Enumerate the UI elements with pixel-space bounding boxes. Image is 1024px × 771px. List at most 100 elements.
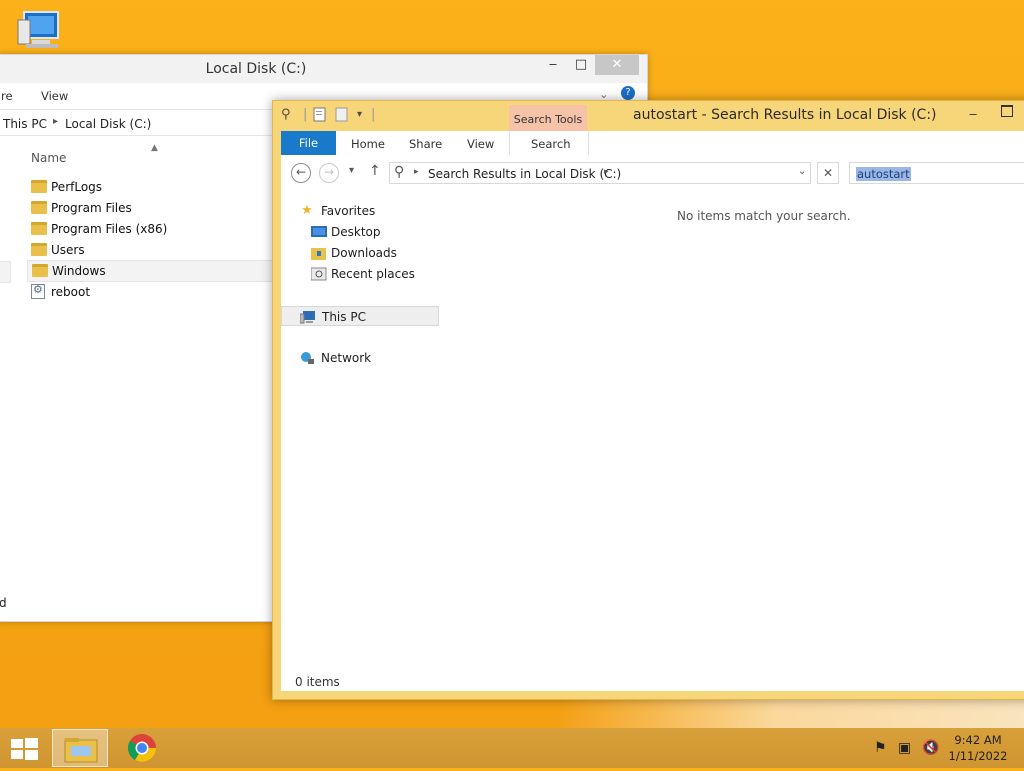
address-bar[interactable]: ⚲ ▸ Search Results in Local Disk (C:) ▸ … (389, 162, 811, 184)
minimize-button[interactable]: ‒ (969, 107, 977, 122)
volume-muted-icon[interactable]: 🔇 (922, 740, 939, 756)
sort-ascending-icon: ▲ (151, 143, 158, 153)
nav-item-recent-places[interactable]: Recent places (281, 264, 437, 284)
navigation-pane: ★ Favorites Desktop Downloads Recent pla… (281, 191, 439, 661)
nav-label: This PC (322, 310, 366, 324)
item-label: Program Files (51, 201, 132, 215)
status-text: d (0, 596, 7, 610)
tab-view[interactable]: View (467, 137, 494, 151)
clock-date: 1/11/2022 (948, 749, 1008, 763)
tab-search[interactable]: Search (509, 131, 589, 155)
nav-label: Recent places (331, 267, 415, 281)
search-tools-tab-group: Search Tools (509, 105, 587, 131)
file-explorer-icon (64, 738, 98, 763)
empty-results-message: No items match your search. (677, 209, 851, 223)
breadcrumb-local-disk[interactable]: Local Disk (C:) (65, 117, 151, 131)
folder-icon (32, 264, 48, 277)
breadcrumb-search-results[interactable]: Search Results in Local Disk (C:) (428, 167, 621, 181)
search-input[interactable]: autostart (849, 162, 1024, 184)
new-folder-icon[interactable] (335, 107, 349, 126)
separator: | (303, 107, 308, 122)
list-item[interactable]: reboot (27, 282, 273, 302)
taskbar: ⚑ ▣ 🔇 9:42 AM 1/11/2022 (0, 728, 1024, 768)
nav-item-downloads[interactable]: Downloads (281, 243, 437, 263)
column-header-name[interactable]: Name (31, 151, 66, 165)
tab-file[interactable]: File (281, 131, 336, 155)
taskbar-file-explorer[interactable] (52, 729, 108, 767)
list-item-selected[interactable]: Windows (27, 260, 275, 282)
tab-search-label: Search (531, 137, 571, 151)
taskbar-chrome[interactable] (126, 732, 158, 764)
system-clock[interactable]: 9:42 AM 1/11/2022 (938, 732, 1018, 764)
item-label: Program Files (x86) (51, 222, 168, 236)
expand-ribbon-icon[interactable]: ⌄ (599, 87, 609, 101)
back-button[interactable]: ← (291, 163, 311, 183)
item-label: Users (51, 243, 85, 257)
properties-icon[interactable] (313, 107, 327, 126)
item-label: Windows (52, 264, 106, 278)
search-value: autostart (856, 167, 911, 181)
star-icon: ★ (301, 203, 313, 218)
action-center-flag-icon[interactable]: ⚑ (874, 740, 887, 756)
title-bar[interactable]: Local Disk (C:) ‒ □ ✕ (0, 55, 647, 83)
recent-locations-icon[interactable]: ▾ (349, 165, 354, 176)
list-item[interactable]: Program Files (27, 198, 273, 218)
list-item[interactable]: PerfLogs (27, 177, 273, 197)
maximize-button[interactable]: □ (567, 55, 595, 75)
clear-search-button[interactable]: ✕ (817, 162, 839, 184)
tab-view[interactable]: View (41, 89, 68, 103)
nav-item-favorites[interactable]: ★ Favorites (281, 201, 437, 221)
nav-label: Favorites (321, 204, 376, 218)
list-item[interactable]: Users (27, 240, 273, 260)
folder-icon (31, 180, 47, 193)
breadcrumb-chevron-icon[interactable]: ▸ (414, 167, 419, 177)
customize-toolbar-icon[interactable]: ▾ (357, 109, 362, 120)
breadcrumb-separator[interactable]: ▸ (53, 116, 58, 127)
list-item[interactable]: Program Files (x86) (27, 219, 273, 239)
nav-pane-selection-edge (0, 261, 11, 283)
status-item-count: 0 items (295, 675, 340, 689)
forward-button[interactable]: → (319, 163, 339, 183)
breadcrumb-this-pc[interactable]: This PC (3, 117, 47, 131)
breadcrumb-chevron-icon[interactable]: ▸ (604, 167, 609, 177)
navigation-bar: ← → ▾ ↑ ⚲ ▸ Search Results in Local Disk… (281, 155, 1024, 191)
tab-share[interactable]: re (1, 89, 13, 103)
minimize-button[interactable]: ‒ (539, 55, 567, 75)
folder-icon (31, 243, 47, 256)
desktop-icon (311, 225, 327, 239)
start-button[interactable] (11, 738, 39, 760)
ribbon-tabs: File Home Share View Search (281, 131, 1024, 155)
system-file-icon (31, 283, 45, 299)
separator: | (371, 107, 376, 122)
search-icon[interactable]: ⚲ (281, 107, 291, 122)
this-pc-icon (17, 11, 59, 48)
address-dropdown-icon[interactable]: ⌄ (798, 166, 806, 177)
chrome-icon (128, 734, 156, 762)
address-bar[interactable]: This PC ▸ Local Disk (C:) (0, 113, 275, 136)
nav-item-network[interactable]: Network (281, 348, 437, 368)
help-icon[interactable]: ? (621, 86, 635, 100)
this-pc-desktop-icon[interactable] (14, 8, 66, 56)
nav-item-this-pc[interactable]: This PC (281, 306, 439, 326)
downloads-folder-icon (311, 246, 327, 260)
search-results-window[interactable]: ⚲ | ▾ | Search Tools autostart - Search … (272, 100, 1024, 700)
tab-home[interactable]: Home (351, 137, 385, 151)
item-label: reboot (51, 285, 91, 299)
window-title: autostart - Search Results in Local Disk… (633, 107, 937, 123)
folder-icon (31, 222, 47, 235)
folder-icon (31, 201, 47, 214)
tab-share[interactable]: Share (409, 137, 442, 151)
this-pc-icon (299, 310, 316, 324)
up-button[interactable]: ↑ (369, 163, 381, 179)
clock-time: 9:42 AM (954, 733, 1002, 747)
network-tray-icon[interactable]: ▣ (898, 740, 911, 756)
nav-item-desktop[interactable]: Desktop (281, 222, 437, 242)
maximize-button[interactable] (1001, 105, 1013, 117)
nav-label: Network (321, 351, 372, 365)
close-button[interactable]: ✕ (595, 55, 639, 75)
window-title: Local Disk (C:) (205, 61, 307, 77)
nav-label: Downloads (331, 246, 397, 260)
nav-label: Desktop (331, 225, 381, 239)
search-tools-label: Search Tools (513, 113, 583, 126)
windows-logo-icon (11, 738, 38, 760)
